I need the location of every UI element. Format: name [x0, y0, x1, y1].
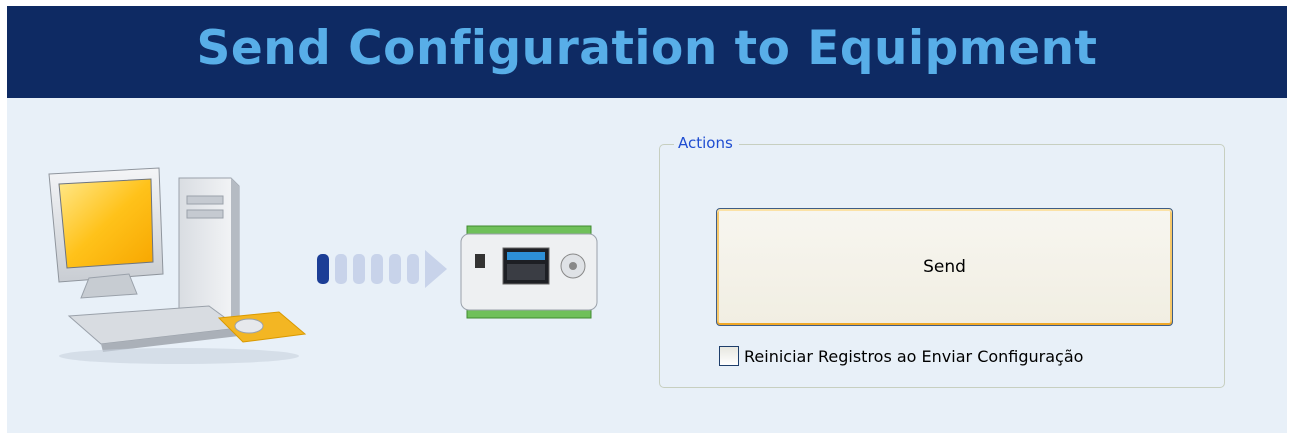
send-config-window: Send Configuration to Equipment Actions … — [7, 6, 1287, 433]
transfer-progress-arrow-icon — [317, 250, 447, 288]
reset-registers-checkbox[interactable] — [719, 346, 739, 366]
reset-registers-option[interactable]: Reiniciar Registros ao Enviar Configuraç… — [719, 344, 1083, 368]
actions-group: Actions Send Reiniciar Registros ao Envi… — [659, 134, 1225, 388]
desktop-computer-icon — [48, 167, 307, 364]
reset-registers-label: Reiniciar Registros ao Enviar Configuraç… — [744, 346, 1084, 366]
controller-device-icon — [460, 225, 598, 319]
actions-legend: Actions — [674, 134, 739, 152]
header-banner: Send Configuration to Equipment — [7, 6, 1287, 98]
page-title: Send Configuration to Equipment — [196, 20, 1098, 76]
transfer-illustration — [29, 166, 619, 366]
send-button[interactable]: Send — [716, 208, 1173, 326]
